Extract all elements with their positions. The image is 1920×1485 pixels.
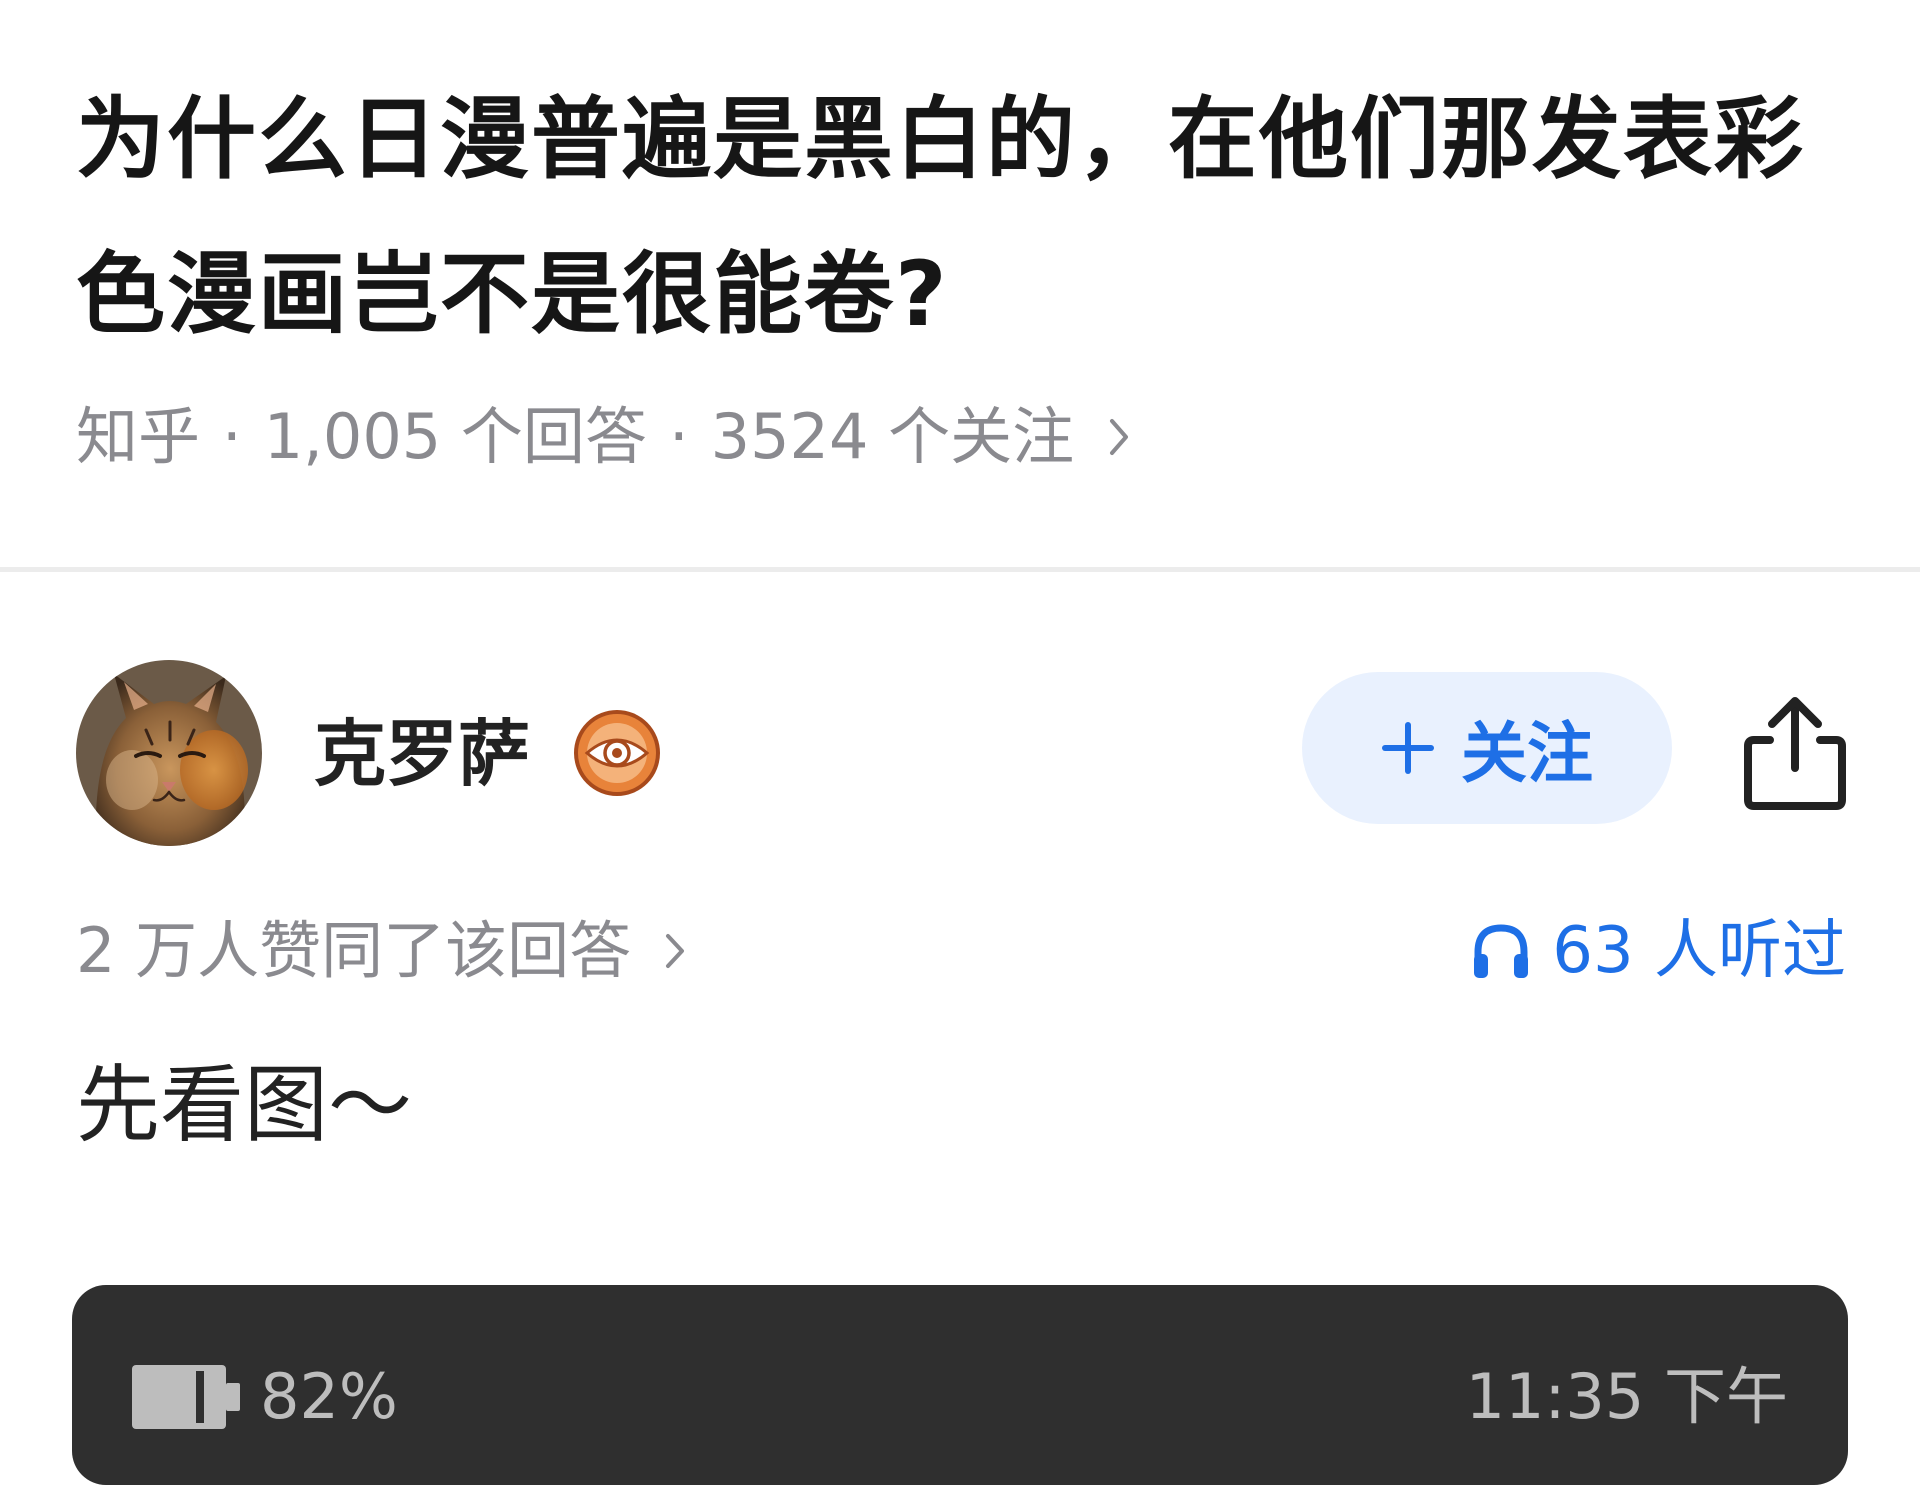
stats-row: 2 万人赞同了该回答 63 人听过 <box>76 906 1846 996</box>
plus-icon <box>1382 722 1434 774</box>
share-icon[interactable] <box>1740 692 1850 812</box>
meta-separator: · <box>222 400 242 473</box>
answer-count: 1,005 个回答 <box>263 400 647 473</box>
question-section: 为什么日漫普遍是黑白的，在他们那发表彩色漫画岂不是很能卷? 知乎 · 1,005… <box>76 62 1856 473</box>
listen-count-label: 63 人听过 <box>1552 914 1846 988</box>
chevron-right-icon <box>1110 419 1129 455</box>
follow-button[interactable]: 关注 <box>1302 672 1672 824</box>
avatar[interactable] <box>76 660 262 846</box>
follow-label: 关注 <box>1461 715 1593 792</box>
battery-icon <box>132 1365 240 1429</box>
battery-percent: 82% <box>260 1360 398 1433</box>
agree-count-link[interactable]: 2 万人赞同了该回答 <box>76 906 689 996</box>
answer-intro-text: 先看图～ <box>76 1056 413 1154</box>
listen-count-link[interactable]: 63 人听过 <box>1470 906 1846 996</box>
agree-count-label: 2 万人赞同了该回答 <box>76 914 632 987</box>
source-label: 知乎 <box>76 400 201 473</box>
embedded-screenshot[interactable]: 82% 11:35 下午 <box>72 1285 1848 1485</box>
question-meta[interactable]: 知乎 · 1,005 个回答 · 3524 个关注 <box>76 397 1134 477</box>
meta-separator: · <box>668 400 689 473</box>
chevron-right-icon <box>666 934 685 968</box>
clock-time: 11:35 下午 <box>1465 1360 1788 1433</box>
question-title[interactable]: 为什么日漫普遍是黑白的，在他们那发表彩色漫画岂不是很能卷? <box>76 62 1856 372</box>
headphone-icon <box>1474 924 1529 978</box>
author-name[interactable]: 克罗萨 <box>314 704 530 804</box>
follow-count: 3524 个关注 <box>710 400 1075 473</box>
section-divider <box>0 567 1920 572</box>
author-row: 克罗萨 关注 <box>76 660 1846 848</box>
eye-badge-icon[interactable] <box>573 709 661 797</box>
cat-avatar-icon <box>76 660 262 846</box>
battery-status: 82% <box>130 1357 398 1437</box>
